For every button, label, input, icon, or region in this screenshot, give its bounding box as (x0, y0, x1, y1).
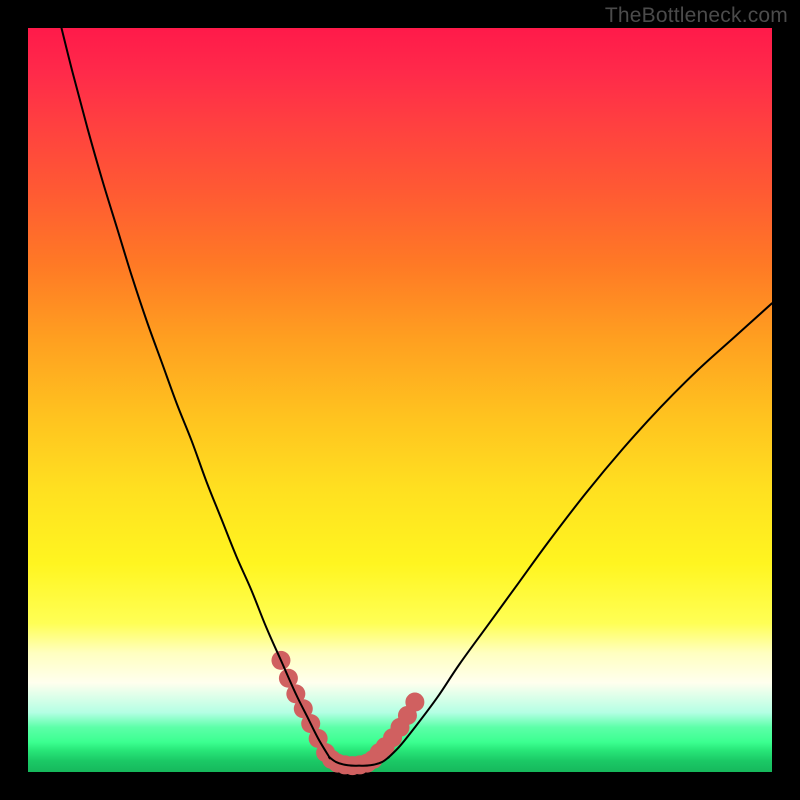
watermark-text: TheBottleneck.com (605, 4, 788, 28)
watermark-label: TheBottleneck.com (605, 4, 788, 27)
chart-svg (28, 28, 772, 772)
plot-area (28, 28, 772, 772)
optimal-marker-dot (405, 693, 424, 712)
bottleneck-curve (61, 28, 772, 766)
chart-frame: TheBottleneck.com (0, 0, 800, 800)
